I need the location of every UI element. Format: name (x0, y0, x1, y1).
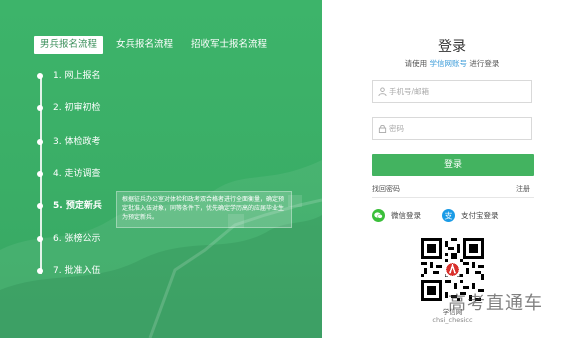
login-title: 登录 (438, 39, 466, 55)
tab-sergeant-process[interactable]: 招收军士报名流程 (191, 36, 267, 54)
divider (372, 197, 534, 198)
step-dot (37, 268, 43, 274)
tab-male-process[interactable]: 男兵报名流程 (34, 36, 104, 54)
step-dot (37, 73, 43, 79)
step-dot (37, 236, 43, 242)
username-input[interactable] (389, 81, 529, 102)
user-icon (378, 87, 387, 96)
step-label: 4. 走访调查 (53, 169, 101, 179)
step-dot (37, 105, 43, 111)
alipay-login-label: 支付宝登录 (461, 211, 499, 220)
wechat-icon (372, 209, 385, 222)
step-label: 1. 网上报名 (53, 71, 101, 81)
step-label: 2. 初审初检 (53, 103, 101, 113)
watermark: 高考直通车 (448, 293, 543, 314)
qr-handle: chsi_chesicc (432, 316, 473, 324)
login-subtitle: 请使用 学信网账号 进行登录 (372, 58, 532, 69)
tab-female-process[interactable]: 女兵报名流程 (116, 36, 173, 54)
step-label: 5. 预定新兵 (53, 201, 102, 211)
subtitle-suffix: 进行登录 (469, 59, 500, 68)
alipay-icon: 支 (442, 209, 455, 222)
register-link[interactable]: 注册 (516, 184, 530, 194)
step-label: 7. 批准入伍 (53, 266, 101, 276)
step-tooltip: 根据征兵办公室对体检和政考双合格者进行全面衡量，确定预定批准入伍对象，同等条件下… (116, 191, 292, 228)
step-label: 3. 体检政考 (53, 137, 101, 147)
subtitle-prefix: 请使用 (404, 59, 428, 68)
step-dot (37, 171, 43, 177)
step-label: 6. 张榜公示 (53, 234, 101, 244)
left-panel: 男兵报名流程 女兵报名流程 招收军士报名流程 1. 网上报名 2. 初审初检 3… (0, 0, 322, 338)
username-field (372, 80, 532, 103)
password-field (372, 117, 532, 140)
wechat-login-label: 微信登录 (391, 211, 421, 220)
chsi-account-link[interactable]: 学信网账号 (430, 59, 468, 68)
password-input[interactable] (389, 118, 529, 139)
login-button[interactable]: 登录 (372, 154, 534, 176)
step-dot (37, 139, 43, 145)
step-dot (37, 203, 43, 209)
forgot-password-link[interactable]: 找回密码 (372, 184, 400, 194)
lock-icon (378, 125, 387, 133)
svg-text:支: 支 (445, 211, 453, 221)
